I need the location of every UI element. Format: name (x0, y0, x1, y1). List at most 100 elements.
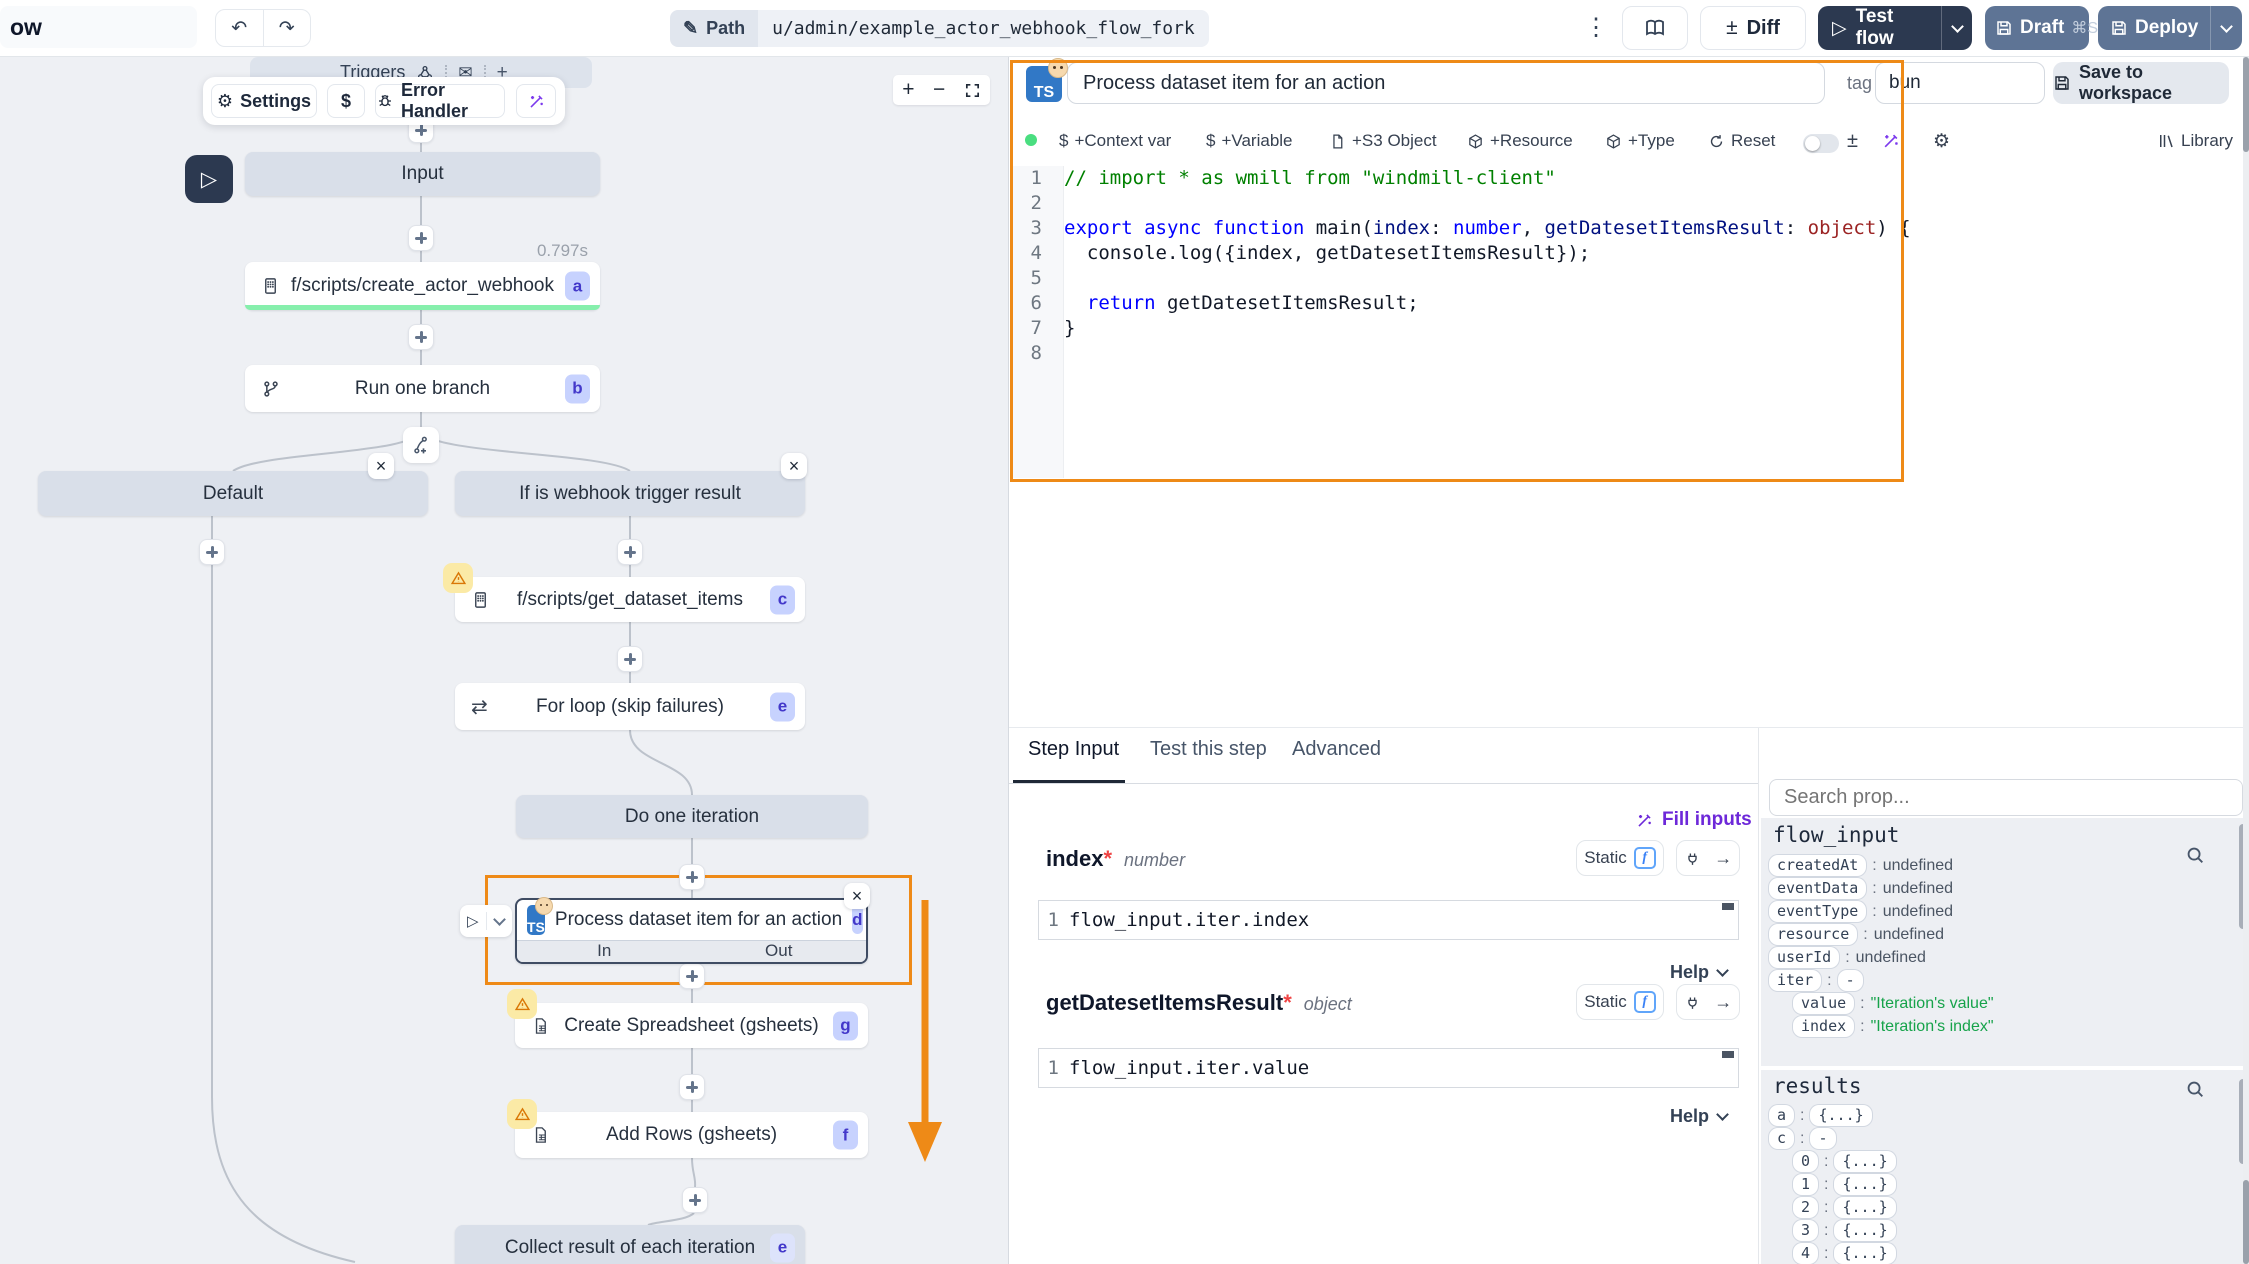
prop-row[interactable]: eventType:undefined (1769, 900, 2230, 923)
editor-settings-icon[interactable]: ⚙ (1933, 129, 1950, 153)
insert-step-button[interactable] (408, 324, 434, 350)
node-branch-default[interactable]: Default × (38, 471, 428, 516)
expr-input-getdatesetitemsresult[interactable]: 1 flow_input.iter.value (1038, 1048, 1739, 1088)
insert-step-button[interactable] (682, 1187, 708, 1213)
zoom-in-icon[interactable]: + (902, 78, 914, 102)
test-flow-button[interactable]: ▷ Test flow (1818, 6, 1972, 50)
tab-test-this-step[interactable]: Test this step (1150, 738, 1267, 761)
add-type-button[interactable]: +Type (1605, 129, 1675, 153)
diff-button[interactable]: ± Diff (1700, 6, 1806, 50)
add-s3-object-button[interactable]: +S3 Object (1329, 129, 1437, 153)
add-resource-button[interactable]: +Resource (1467, 129, 1573, 153)
tag-input[interactable] (1875, 62, 2045, 104)
save-to-workspace-button[interactable]: Save to workspace (2053, 62, 2229, 104)
add-variable-button[interactable]: $ +Variable (1206, 129, 1293, 153)
delete-branch-icon[interactable]: × (781, 453, 807, 479)
connect-input-controls[interactable]: → (1676, 984, 1740, 1020)
expr-input-index[interactable]: 1 flow_input.iter.index (1038, 900, 1739, 940)
node-do-one-iteration[interactable]: Do one iteration (516, 795, 868, 838)
search-prop-input[interactable] (1769, 779, 2243, 816)
window-scrollbar[interactable] (2243, 57, 2249, 1264)
node-create-spreadsheet[interactable]: Create Spreadsheet (gsheets) g (515, 1003, 868, 1048)
ai-assistant-button[interactable] (516, 84, 556, 118)
diff-small-icon[interactable]: ± (1847, 129, 1858, 153)
library-button[interactable]: Library (2157, 129, 2233, 153)
flow-input-tree[interactable]: createdAt:undefinedeventData:undefinedev… (1769, 854, 2230, 1038)
deploy-button[interactable]: Deploy (2098, 6, 2242, 50)
expand-icon[interactable] (964, 82, 981, 99)
static-mode-toggle[interactable]: Static f (1576, 984, 1664, 1020)
run-step-icon[interactable]: ▷ (460, 912, 487, 930)
tab-step-input[interactable]: Step Input (1028, 738, 1119, 761)
prop-row[interactable]: a:{...} (1769, 1104, 2230, 1127)
node-input[interactable]: Input (245, 152, 600, 196)
insert-step-button[interactable] (408, 225, 434, 251)
results-tree[interactable]: a:{...}c:-0:{...}1:{...}2:{...}3:{...}4:… (1769, 1104, 2230, 1264)
step-title-input[interactable] (1067, 62, 1825, 104)
prop-row[interactable]: 0:{...} (1769, 1150, 2230, 1173)
add-context-var-button[interactable]: $ +Context var (1059, 129, 1171, 153)
prop-row[interactable]: createdAt:undefined (1769, 854, 2230, 877)
path-value[interactable]: u/admin/example_actor_webhook_flow_fork (758, 10, 1209, 47)
delete-step-icon[interactable]: × (844, 883, 870, 909)
connect-input-controls[interactable]: → (1676, 840, 1740, 876)
node-output-handle[interactable]: Out (692, 941, 867, 961)
docs-button[interactable] (1622, 6, 1688, 50)
zoom-out-icon[interactable]: − (933, 78, 945, 102)
help-link[interactable]: Help (1670, 1106, 1727, 1127)
redo-icon[interactable]: ↷ (264, 10, 311, 46)
node-for-loop[interactable]: ⇄ For loop (skip failures) e (455, 683, 805, 730)
prop-row[interactable]: eventData:undefined (1769, 877, 2230, 900)
undo-icon[interactable]: ↶ (216, 10, 264, 46)
prop-row[interactable]: value:"Iteration's value" (1769, 992, 2230, 1015)
search-icon[interactable] (2184, 1078, 2206, 1100)
deploy-dropdown[interactable] (2210, 6, 2242, 50)
window-scrollbar-thumb[interactable] (2243, 57, 2249, 152)
prop-row[interactable]: userId:undefined (1769, 946, 2230, 969)
prop-row[interactable]: 2:{...} (1769, 1196, 2230, 1219)
kebab-menu-icon[interactable]: ⋮ (1584, 13, 1608, 42)
prop-row[interactable]: iter:- (1769, 969, 2230, 992)
run-step-dropdown[interactable] (487, 919, 513, 924)
insert-step-button[interactable] (679, 864, 705, 890)
editor-toggle[interactable] (1803, 134, 1839, 153)
test-flow-dropdown[interactable] (1941, 6, 1972, 50)
insert-step-button[interactable] (617, 646, 643, 672)
node-input-handle[interactable]: In (517, 941, 692, 961)
node-get-dataset-items[interactable]: f/scripts/get_dataset_items c (455, 577, 805, 622)
node-collect-result[interactable]: Collect result of each iteration e (455, 1225, 805, 1264)
prop-row[interactable]: 1:{...} (1769, 1173, 2230, 1196)
reset-button[interactable]: Reset (1708, 129, 1775, 153)
insert-step-button[interactable] (199, 539, 225, 565)
add-branch-button[interactable] (403, 427, 439, 463)
prop-row[interactable]: resource:undefined (1769, 923, 2230, 946)
node-process-dataset-item[interactable]: × TS Process dataset item for an action … (515, 898, 868, 964)
static-mode-toggle[interactable]: Static f (1576, 840, 1664, 876)
run-flow-button[interactable]: ▷ (185, 155, 233, 203)
fill-inputs-button[interactable]: Fill inputs (1635, 809, 1752, 831)
node-create-actor-webhook[interactable]: f/scripts/create_actor_webhook a (245, 262, 600, 310)
flow-summary-box[interactable]: ow (0, 6, 197, 48)
prop-row[interactable]: c:- (1769, 1127, 2230, 1150)
insert-step-button[interactable] (679, 963, 705, 989)
flow-graph-canvas[interactable]: Triggers ✉ + ⚙ Settings $ Error Handler (0, 57, 1008, 1264)
prop-row[interactable]: 4:{...} (1769, 1242, 2230, 1264)
help-link[interactable]: Help (1670, 962, 1727, 983)
ai-magic-wand-icon[interactable] (1881, 129, 1901, 153)
node-branch-if-webhook[interactable]: If is webhook trigger result × (455, 471, 805, 516)
variables-button[interactable]: $ (327, 84, 365, 118)
code-editor[interactable]: 1// import * as wmill from "windmill-cli… (1010, 166, 1900, 366)
path-control[interactable]: ✎ Path u/admin/example_actor_webhook_flo… (670, 10, 1209, 47)
node-run-one-branch[interactable]: Run one branch b (245, 365, 600, 412)
node-add-rows[interactable]: Add Rows (gsheets) f (515, 1112, 868, 1158)
insert-step-button[interactable] (679, 1074, 705, 1100)
settings-button[interactable]: ⚙ Settings (211, 84, 317, 118)
tab-advanced[interactable]: Advanced (1292, 738, 1381, 761)
prop-row[interactable]: index:"Iteration's index" (1769, 1015, 2230, 1038)
delete-branch-icon[interactable]: × (368, 453, 394, 479)
window-scrollbar-thumb[interactable] (2243, 1180, 2249, 1264)
error-handler-button[interactable]: Error Handler (375, 84, 505, 118)
insert-step-button[interactable] (617, 539, 643, 565)
prop-row[interactable]: 3:{...} (1769, 1219, 2230, 1242)
draft-button[interactable]: Draft ⌘S (1985, 6, 2089, 50)
